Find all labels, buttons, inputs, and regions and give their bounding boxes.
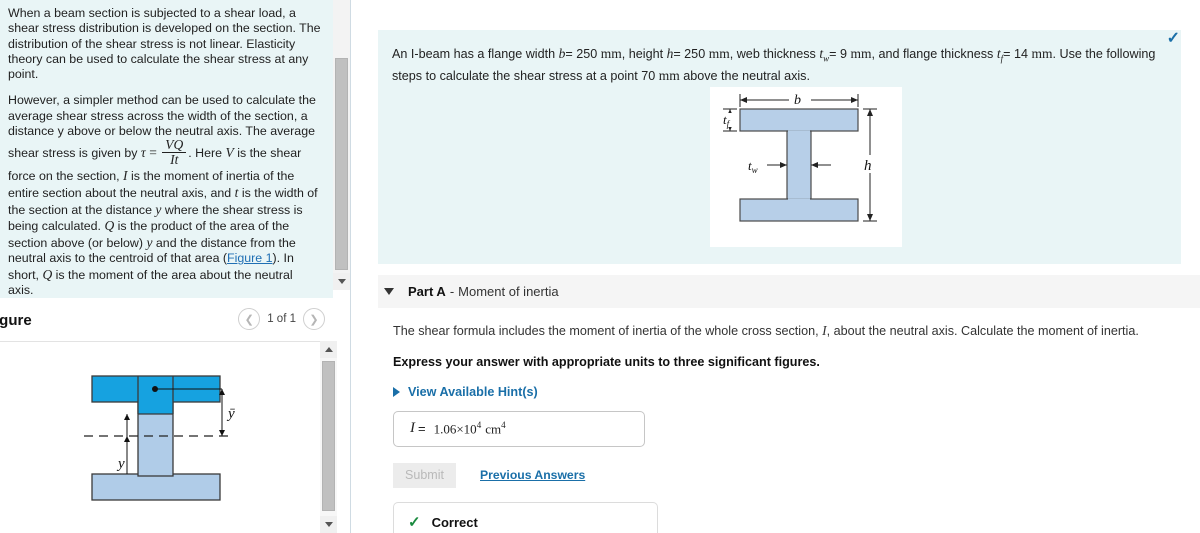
- answer-actions: Submit Previous Answers: [393, 462, 1185, 488]
- statement-part-3: , web thickness: [729, 47, 816, 61]
- answer-unit: cm4: [485, 420, 506, 437]
- part-a-status-check-icon: ✓: [1166, 30, 1180, 47]
- part-a-subtitle: Moment of inertia: [458, 284, 559, 299]
- ybar-label: ȳ: [226, 406, 235, 422]
- y-label: y: [116, 456, 125, 472]
- feedback-label: Correct: [431, 514, 478, 530]
- t-symbol: t: [234, 184, 239, 200]
- shear-stress-fraction: VQ It: [162, 137, 187, 167]
- h-dimension-label: h: [864, 158, 872, 174]
- figure-navigation: ❮ 1 of 1 ❯: [238, 308, 325, 330]
- equals-symbol: =: [149, 144, 157, 160]
- problem-statement-panel: An I-beam has a flange width b= 250 mm, …: [378, 30, 1181, 264]
- y-symbol-2: y: [146, 234, 153, 250]
- figure-1-link[interactable]: Figure 1: [227, 251, 272, 265]
- I-symbol: I: [123, 168, 128, 184]
- tw-value: = 9: [829, 47, 847, 61]
- i-beam-dimension-diagram: b tf h tw: [710, 87, 902, 247]
- h-unit: mm: [708, 46, 730, 61]
- caret-down-icon[interactable]: [384, 288, 394, 295]
- figure-panel-header: igure ❮ 1 of 1 ❯: [0, 300, 333, 340]
- statement-part-6: above the neutral axis.: [683, 68, 810, 83]
- left-column: When a beam section is subjected to a sh…: [0, 0, 333, 533]
- page-root: When a beam section is subjected to a sh…: [0, 0, 1200, 533]
- check-icon: ✓: [408, 514, 421, 532]
- part-a-prompt-text-1: The shear formula includes the moment of…: [393, 324, 819, 338]
- figure-scrollbar[interactable]: [320, 341, 337, 533]
- part-a-title: Part A: [408, 284, 446, 299]
- V-symbol: V: [225, 144, 234, 160]
- intro-paragraph-1: When a beam section is subjected to a sh…: [8, 6, 321, 81]
- answer-value: 1.06×104: [433, 420, 482, 437]
- scroll-down-arrow-icon[interactable]: [333, 273, 350, 290]
- tw-symbol: tw: [819, 46, 830, 64]
- tau-symbol: τ: [140, 144, 146, 160]
- tf-unit: mm: [1031, 46, 1053, 61]
- intro-paragraph-2: However, a simpler method can be used to…: [8, 93, 321, 298]
- y-symbol-1: y: [155, 201, 162, 217]
- figure-panel-title: igure: [0, 311, 32, 329]
- part-a-separator: -: [449, 284, 455, 299]
- statement-part-1: An I-beam has a flange width: [392, 47, 556, 61]
- part-a-prompt-text-2: , about the neutral axis. Calculate the …: [826, 324, 1139, 338]
- caret-right-icon[interactable]: [393, 386, 400, 397]
- b-value: = 250: [565, 47, 598, 61]
- fraction-numerator: VQ: [165, 137, 184, 152]
- feedback-correct-box: ✓ Correct: [393, 501, 658, 533]
- scrollbar-thumb[interactable]: [322, 361, 335, 511]
- view-hints-toggle[interactable]: View Available Hint(s): [393, 385, 1185, 399]
- answer-input-field[interactable]: I = 1.06×104 cm4: [393, 410, 645, 447]
- introduction-panel: When a beam section is subjected to a sh…: [0, 0, 333, 298]
- figure-page-count: 1 of 1: [267, 313, 296, 325]
- Q-symbol-2: Q: [42, 266, 53, 282]
- fraction-denominator: It: [162, 152, 187, 167]
- statement-part-2: , height: [621, 47, 664, 61]
- distance-unit: mm: [658, 67, 680, 83]
- figure-panel-body: ȳ y: [0, 341, 333, 533]
- Q-symbol-1: Q: [104, 218, 115, 234]
- chevron-left-icon[interactable]: ❮: [238, 308, 261, 330]
- scroll-up-arrow-icon[interactable]: [320, 341, 337, 358]
- chevron-right-icon[interactable]: ❯: [303, 308, 325, 330]
- problem-statement-text: An I-beam has a flange width b= 250 mm, …: [378, 30, 1181, 85]
- scroll-down-arrow-icon[interactable]: [320, 516, 337, 533]
- tf-value: = 14: [1003, 47, 1028, 61]
- b-unit: mm: [600, 46, 622, 61]
- statement-part-4: , and flange thickness: [871, 47, 994, 61]
- h-value: = 250: [673, 47, 706, 61]
- scrollbar-thumb[interactable]: [335, 58, 348, 270]
- introduction-scrollbar[interactable]: [333, 0, 350, 290]
- submit-button[interactable]: Submit: [393, 462, 456, 488]
- answer-equals: =: [418, 421, 426, 437]
- previous-answers-link[interactable]: Previous Answers: [480, 468, 585, 482]
- answer-symbol: I: [410, 420, 415, 437]
- after-formula-1: . Here: [188, 145, 223, 160]
- view-hints-label: View Available Hint(s): [408, 384, 538, 399]
- part-a-body: The shear formula includes the moment of…: [385, 322, 1185, 533]
- part-a-prompt: The shear formula includes the moment of…: [393, 322, 1185, 341]
- part-a-header[interactable]: Part A - Moment of inertia: [378, 275, 1200, 308]
- part-a-instruction: Express your answer with appropriate uni…: [393, 354, 820, 369]
- i-beam-cross-section-shaded: ȳ y: [84, 375, 235, 501]
- tw-unit: mm: [850, 46, 872, 61]
- b-dimension-label: b: [794, 93, 801, 108]
